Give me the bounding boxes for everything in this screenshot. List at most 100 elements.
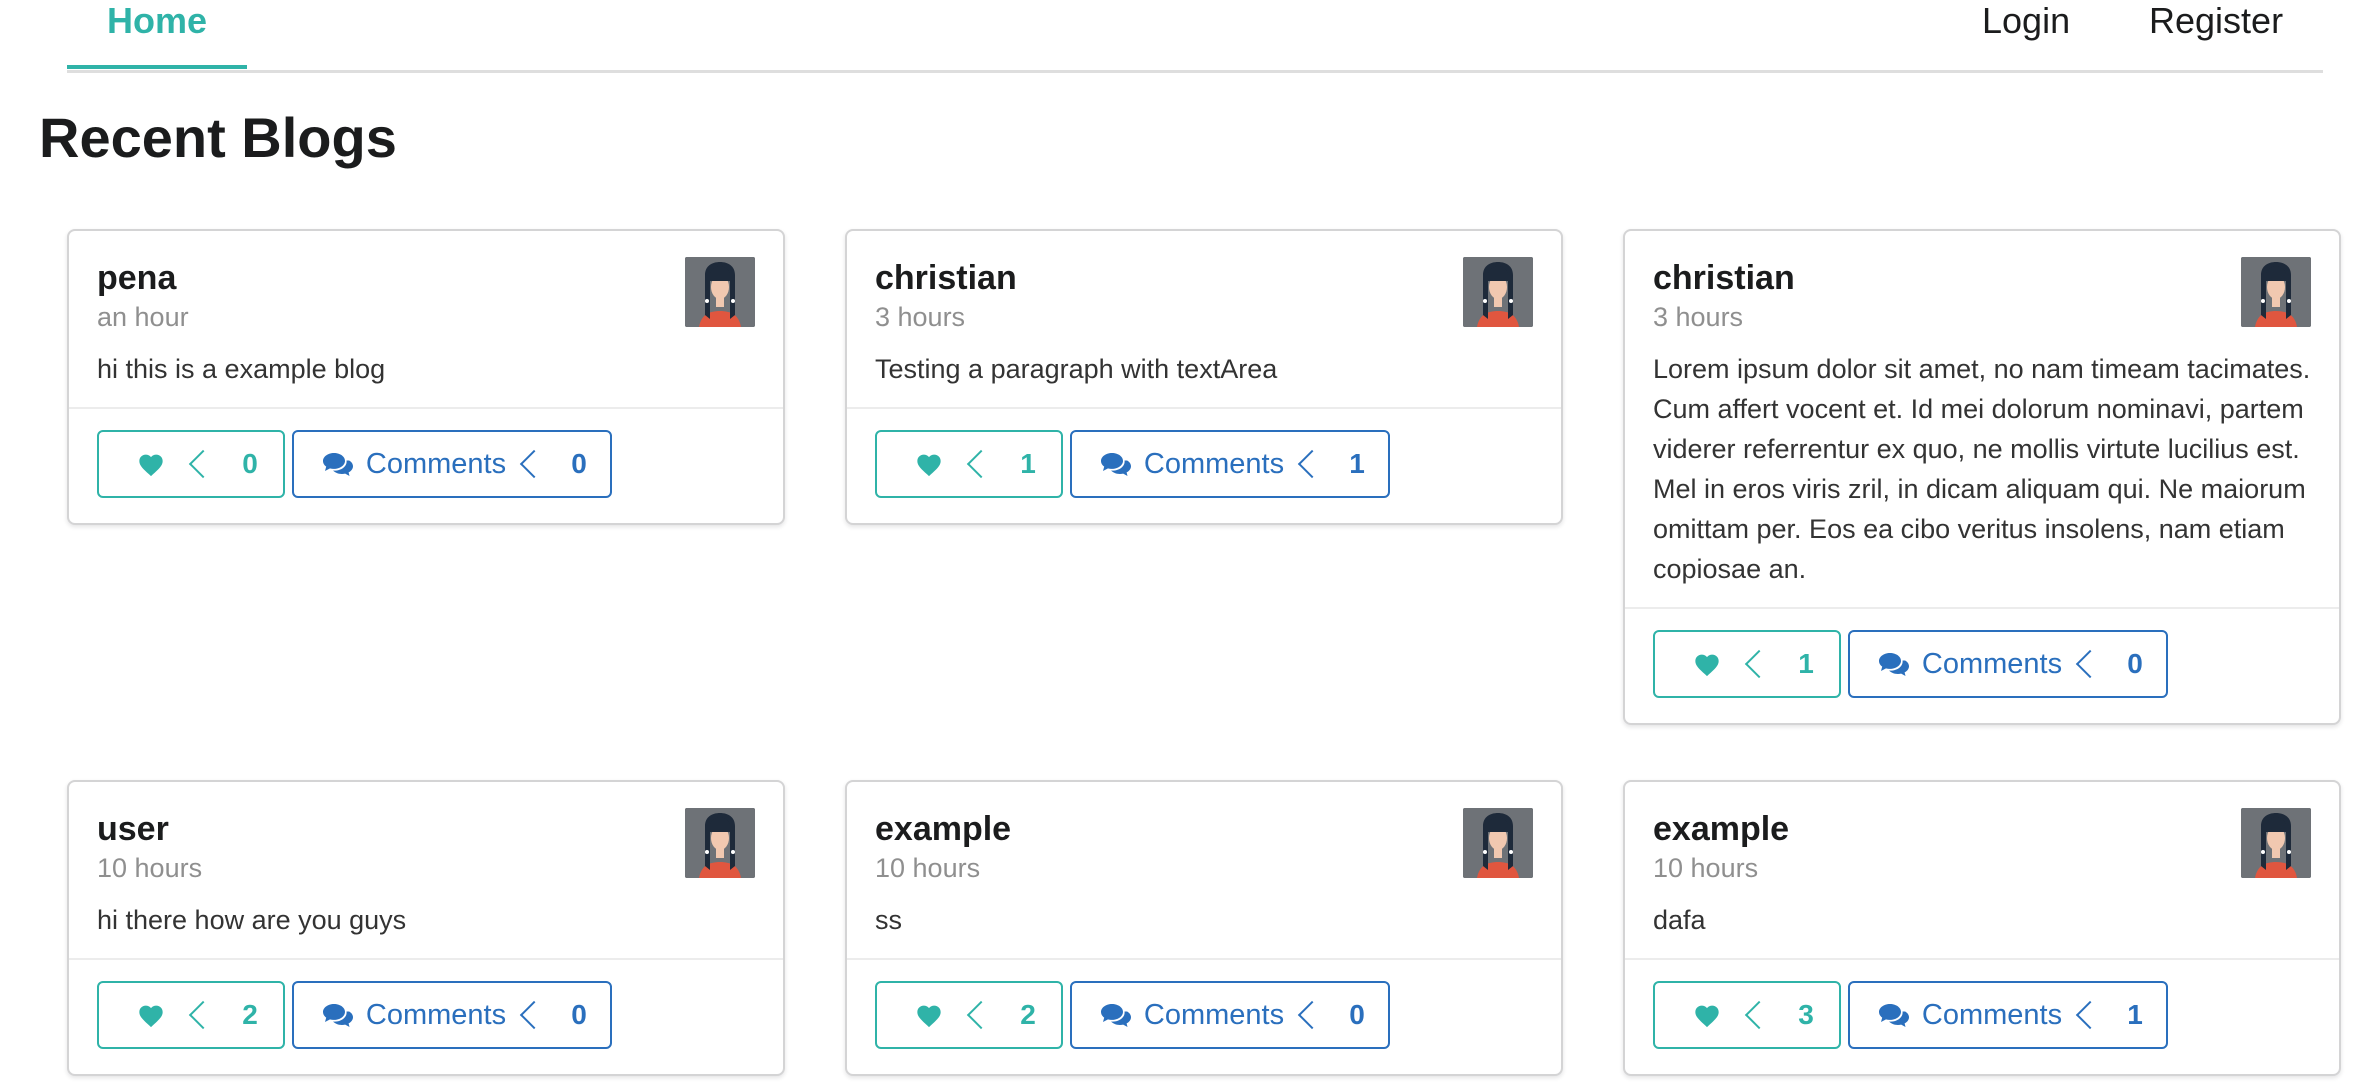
- like-count: 2: [242, 999, 258, 1030]
- card-text: Lorem ipsum dolor sit amet, no nam timea…: [1653, 354, 2311, 584]
- comment-count-label: 0: [534, 983, 610, 1047]
- card-actions: 1 Comments 1: [847, 407, 1561, 523]
- card-text: Testing a paragraph with textArea: [875, 354, 1278, 384]
- comment-count-label: 1: [2090, 983, 2166, 1047]
- card-time: 3 hours: [875, 302, 966, 332]
- comments-icon: [1878, 651, 1910, 677]
- like-count: 1: [1020, 448, 1036, 479]
- comment-count: 0: [1349, 999, 1365, 1030]
- page-title: Recent Blogs: [39, 106, 397, 169]
- blog-card: pena an hour hi this is a example blog 0…: [67, 229, 785, 525]
- blog-card: example 10 hours dafa 3 Comments 1: [1623, 780, 2341, 1076]
- card-content: christian 3 hours Lorem ipsum dolor sit …: [1625, 231, 2339, 607]
- comments-label: Comments: [1921, 998, 2063, 1031]
- card-content: example 10 hours ss: [847, 782, 1561, 958]
- comment-count-label: 0: [1312, 983, 1388, 1047]
- comments-icon: [1100, 1002, 1132, 1028]
- card-text: hi there how are you guys: [97, 905, 407, 935]
- card-time: 3 hours: [1653, 302, 1744, 332]
- comments-button[interactable]: Comments 1: [1848, 981, 2168, 1049]
- comments-icon: [322, 451, 354, 477]
- like-button[interactable]: 1: [1653, 630, 1841, 698]
- comments-label: Comments: [1143, 998, 1285, 1031]
- comment-count: 1: [2127, 999, 2143, 1030]
- like-button[interactable]: 2: [875, 981, 1063, 1049]
- nav-login-link[interactable]: Login: [1982, 0, 2070, 70]
- top-menu: Home Login Register: [67, 0, 2323, 73]
- heart-icon: [915, 451, 943, 477]
- like-count: 1: [1798, 648, 1814, 679]
- card-actions: 3 Comments 1: [1625, 958, 2339, 1074]
- like-count-label: 2: [981, 983, 1061, 1047]
- like-button[interactable]: 1: [875, 430, 1063, 498]
- card-content: user 10 hours hi there how are you guys: [69, 782, 783, 958]
- avatar: [685, 808, 755, 878]
- comment-count-label: 1: [1312, 432, 1388, 496]
- comments-button[interactable]: Comments 0: [1848, 630, 2168, 698]
- card-author: example: [1653, 810, 1790, 848]
- heart-icon: [1693, 651, 1721, 677]
- card-time: 10 hours: [1653, 853, 1759, 883]
- card-text: hi this is a example blog: [97, 354, 386, 384]
- like-count: 0: [242, 448, 258, 479]
- blog-card: example 10 hours ss 2 Comments 0: [845, 780, 1563, 1076]
- avatar: [2241, 257, 2311, 327]
- card-actions: 2 Comments 0: [847, 958, 1561, 1074]
- avatar: [1463, 257, 1533, 327]
- comments-icon: [1100, 451, 1132, 477]
- comments-icon: [322, 1002, 354, 1028]
- card-time: an hour: [97, 302, 189, 332]
- card-content: example 10 hours dafa: [1625, 782, 2339, 958]
- like-count-label: 3: [1759, 983, 1839, 1047]
- card-actions: 0 Comments 0: [69, 407, 783, 523]
- like-button[interactable]: 3: [1653, 981, 1841, 1049]
- card-author: user: [97, 810, 169, 848]
- comments-button[interactable]: Comments 1: [1070, 430, 1390, 498]
- avatar: [2241, 808, 2311, 878]
- comments-button[interactable]: Comments 0: [1070, 981, 1390, 1049]
- heart-icon: [137, 1002, 165, 1028]
- like-count-label: 0: [203, 432, 283, 496]
- comments-label: Comments: [365, 447, 507, 480]
- card-time: 10 hours: [875, 853, 981, 883]
- card-time: 10 hours: [97, 853, 203, 883]
- nav-register-link[interactable]: Register: [2149, 0, 2283, 70]
- card-actions: 2 Comments 0: [69, 958, 783, 1074]
- comments-label: Comments: [1143, 447, 1285, 480]
- card-content: pena an hour hi this is a example blog: [69, 231, 783, 407]
- comment-count-label: 0: [2090, 632, 2166, 696]
- comments-button[interactable]: Comments 0: [292, 981, 612, 1049]
- avatar: [685, 257, 755, 327]
- card-author: pena: [97, 259, 177, 297]
- comments-icon: [1878, 1002, 1910, 1028]
- blog-card: christian 3 hours Testing a paragraph wi…: [845, 229, 1563, 525]
- comment-count-label: 0: [534, 432, 610, 496]
- card-author: christian: [1653, 259, 1795, 297]
- avatar: [1463, 808, 1533, 878]
- card-author: christian: [875, 259, 1017, 297]
- comment-count: 0: [2127, 648, 2143, 679]
- comment-count: 1: [1349, 448, 1365, 479]
- card-content: christian 3 hours Testing a paragraph wi…: [847, 231, 1561, 407]
- blog-card: christian 3 hours Lorem ipsum dolor sit …: [1623, 229, 2341, 725]
- like-count: 3: [1798, 999, 1814, 1030]
- comments-label: Comments: [365, 998, 507, 1031]
- nav-home-link[interactable]: Home: [67, 0, 247, 69]
- card-text: ss: [875, 905, 902, 935]
- like-count-label: 1: [981, 432, 1061, 496]
- like-count: 2: [1020, 999, 1036, 1030]
- comment-count: 0: [571, 999, 587, 1030]
- heart-icon: [137, 451, 165, 477]
- card-actions: 1 Comments 0: [1625, 607, 2339, 723]
- like-count-label: 1: [1759, 632, 1839, 696]
- like-count-label: 2: [203, 983, 283, 1047]
- comments-label: Comments: [1921, 647, 2063, 680]
- blog-card: user 10 hours hi there how are you guys …: [67, 780, 785, 1076]
- card-text: dafa: [1653, 905, 1706, 935]
- comments-button[interactable]: Comments 0: [292, 430, 612, 498]
- card-author: example: [875, 810, 1012, 848]
- like-button[interactable]: 2: [97, 981, 285, 1049]
- like-button[interactable]: 0: [97, 430, 285, 498]
- heart-icon: [915, 1002, 943, 1028]
- comment-count: 0: [571, 448, 587, 479]
